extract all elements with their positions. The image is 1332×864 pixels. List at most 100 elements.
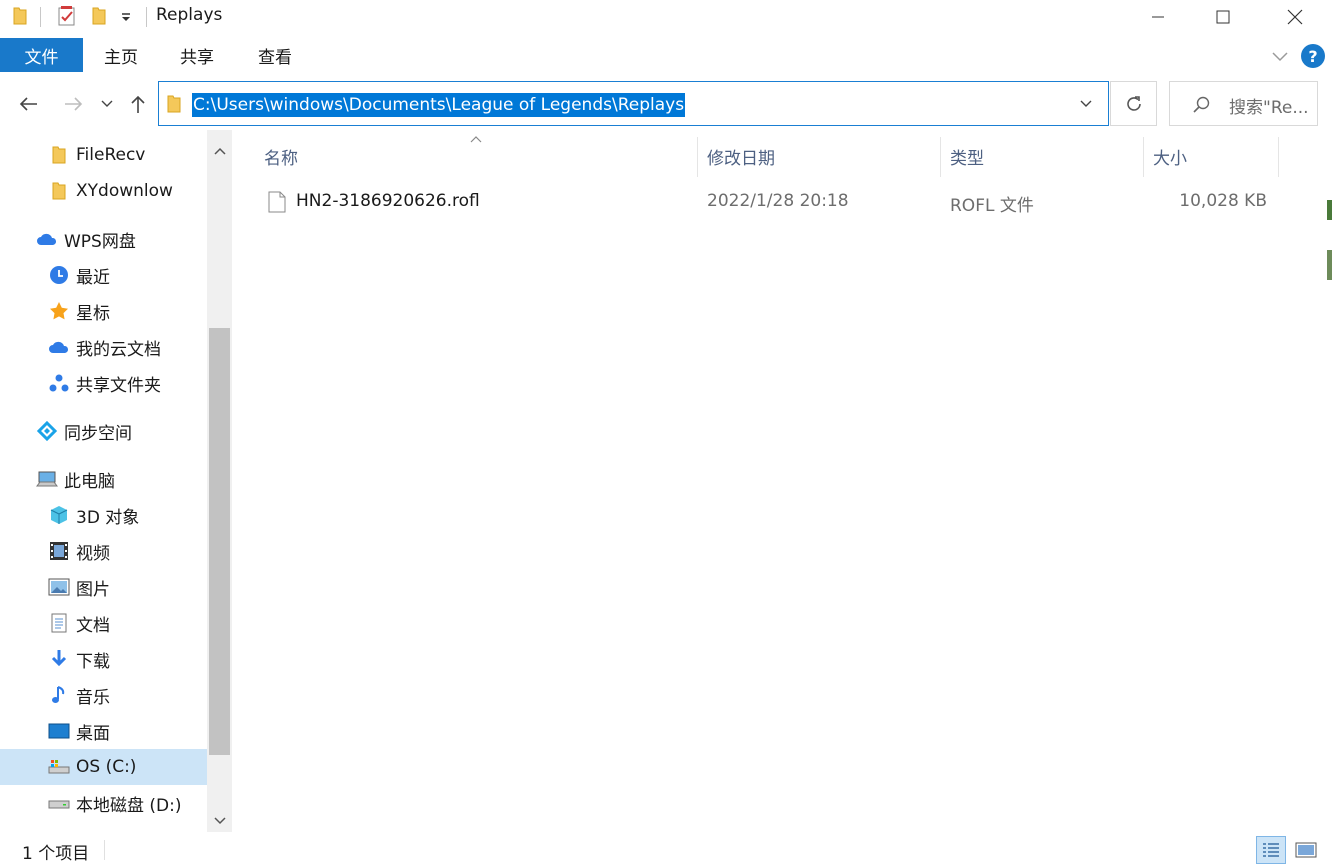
scroll-up-arrow-icon[interactable] [210, 138, 230, 164]
sidebar-item-music[interactable]: 音乐 [48, 677, 110, 713]
large-icons-view-button[interactable] [1292, 838, 1320, 862]
back-button[interactable] [14, 92, 42, 116]
scroll-down-arrow-icon[interactable] [210, 808, 230, 834]
sidebar-item-downloads[interactable]: 下载 [48, 641, 110, 677]
search-input[interactable]: 搜索"Re... [1229, 93, 1309, 118]
column-header-name[interactable]: 名称 [264, 144, 298, 169]
folder-icon [48, 180, 70, 202]
sidebar-item-label: 我的云文档 [76, 339, 161, 360]
sidebar-item-videos[interactable]: 视频 [48, 533, 110, 569]
separator [40, 7, 41, 27]
drive-icon [48, 792, 70, 814]
column-header-modified[interactable]: 修改日期 [707, 144, 775, 169]
sidebar-item-filerecv[interactable]: FileRecv [48, 137, 145, 173]
column-header-size[interactable]: 大小 [1153, 144, 1187, 169]
sidebar-item-label: 图片 [76, 579, 110, 600]
film-icon [48, 540, 70, 562]
sidebar-item-label: WPS网盘 [64, 231, 136, 252]
help-icon[interactable]: ? [1301, 44, 1325, 68]
search-icon [1190, 94, 1212, 116]
sidebar-item-xydownlow[interactable]: XYdownlow [48, 173, 173, 209]
file-modified: 2022/1/28 20:18 [707, 191, 849, 211]
maximize-button[interactable] [1193, 0, 1253, 34]
sidebar-item-sync-space[interactable]: 同步空间 [36, 413, 132, 449]
expand-ribbon-chevron-icon[interactable] [1268, 46, 1292, 66]
file-name[interactable]: HN2-3186920626.rofl [296, 191, 480, 211]
folder-icon [10, 6, 30, 26]
tab-file[interactable]: 文件 [0, 38, 83, 72]
minimize-icon [1152, 16, 1164, 18]
refresh-icon [1126, 95, 1141, 111]
scrollbar-thumb[interactable] [209, 328, 230, 755]
sidebar-item-pictures[interactable]: 图片 [48, 569, 110, 605]
details-view-icon [1263, 843, 1279, 857]
share-nodes-icon [48, 372, 70, 394]
close-button[interactable] [1265, 0, 1325, 34]
minimize-button[interactable] [1128, 0, 1188, 34]
tab-share[interactable]: 共享 [166, 38, 228, 72]
sidebar-item-wps-drive[interactable]: WPS网盘 [36, 221, 136, 257]
details-view-button[interactable] [1256, 836, 1286, 864]
column-divider[interactable] [1143, 137, 1144, 177]
file-type: ROFL 文件 [950, 196, 1034, 216]
close-icon [1287, 9, 1303, 25]
sidebar-item-os-c[interactable]: OS (C:) [0, 749, 207, 785]
refresh-button[interactable] [1110, 81, 1157, 126]
sidebar-item-label: 最近 [76, 267, 110, 288]
separator [146, 7, 147, 27]
sidebar-item-local-disk-d[interactable]: 本地磁盘 (D:) [48, 785, 182, 821]
sidebar-item-starred[interactable]: 星标 [48, 293, 110, 329]
music-note-icon [48, 684, 70, 706]
sort-ascending-icon [468, 134, 484, 144]
column-header-type[interactable]: 类型 [950, 144, 984, 169]
file-icon [268, 191, 286, 213]
tab-home[interactable]: 主页 [90, 38, 152, 72]
properties-check-icon[interactable] [56, 6, 78, 26]
column-divider[interactable] [940, 137, 941, 177]
up-button[interactable] [126, 92, 150, 116]
sidebar-item-desktop[interactable]: 桌面 [48, 713, 110, 749]
cube-icon [48, 504, 70, 526]
sidebar-item-3d-objects[interactable]: 3D 对象 [48, 497, 139, 533]
up-arrow-icon [131, 95, 145, 113]
sidebar-item-this-pc[interactable]: 此电脑 [36, 461, 115, 497]
sidebar-item-label: 音乐 [76, 687, 110, 708]
sidebar-item-label: 星标 [76, 303, 110, 324]
sidebar-item-label: OS (C:) [76, 757, 137, 777]
address-path-text[interactable]: C:\Users\windows\Documents\League of Leg… [192, 93, 686, 117]
desktop-icon [48, 720, 70, 742]
sidebar-item-label: 本地磁盘 (D:) [76, 795, 182, 816]
sidebar-item-my-cloud-docs[interactable]: 我的云文档 [48, 329, 161, 365]
tab-view[interactable]: 查看 [244, 38, 306, 72]
sidebar-item-recent[interactable]: 最近 [48, 257, 110, 293]
sidebar-item-label: 此电脑 [64, 471, 115, 492]
sidebar-item-label: 文档 [76, 615, 110, 636]
sidebar-item-label: 3D 对象 [76, 507, 140, 528]
drive-icon [48, 756, 70, 778]
cloud-icon [36, 228, 58, 250]
chevron-down-icon [101, 100, 113, 107]
ribbon-tabs: 文件 主页 共享 查看 ? [0, 38, 1332, 72]
background-window-strip [1327, 250, 1332, 280]
document-icon [48, 612, 70, 634]
folder-icon [166, 93, 184, 115]
sidebar-item-shared-folder[interactable]: 共享文件夹 [48, 365, 161, 401]
new-folder-icon[interactable] [88, 6, 110, 26]
maximize-icon [1216, 10, 1230, 24]
sidebar-item-label: XYdownlow [76, 181, 173, 201]
column-divider[interactable] [1278, 137, 1279, 177]
column-divider[interactable] [697, 137, 698, 177]
sync-diamond-icon [36, 420, 58, 442]
customize-toolbar-chevron-icon[interactable] [118, 6, 134, 26]
back-arrow-icon [19, 97, 37, 111]
picture-icon [48, 576, 70, 598]
sidebar-item-label: 桌面 [76, 723, 110, 744]
forward-button[interactable] [60, 92, 88, 116]
download-arrow-icon [48, 648, 70, 670]
recent-locations-button[interactable] [98, 96, 116, 112]
star-icon [48, 300, 70, 322]
computer-icon [36, 468, 58, 490]
address-history-dropdown[interactable] [1076, 96, 1096, 112]
sidebar-item-documents[interactable]: 文档 [48, 605, 110, 641]
large-icons-view-icon [1295, 842, 1317, 858]
